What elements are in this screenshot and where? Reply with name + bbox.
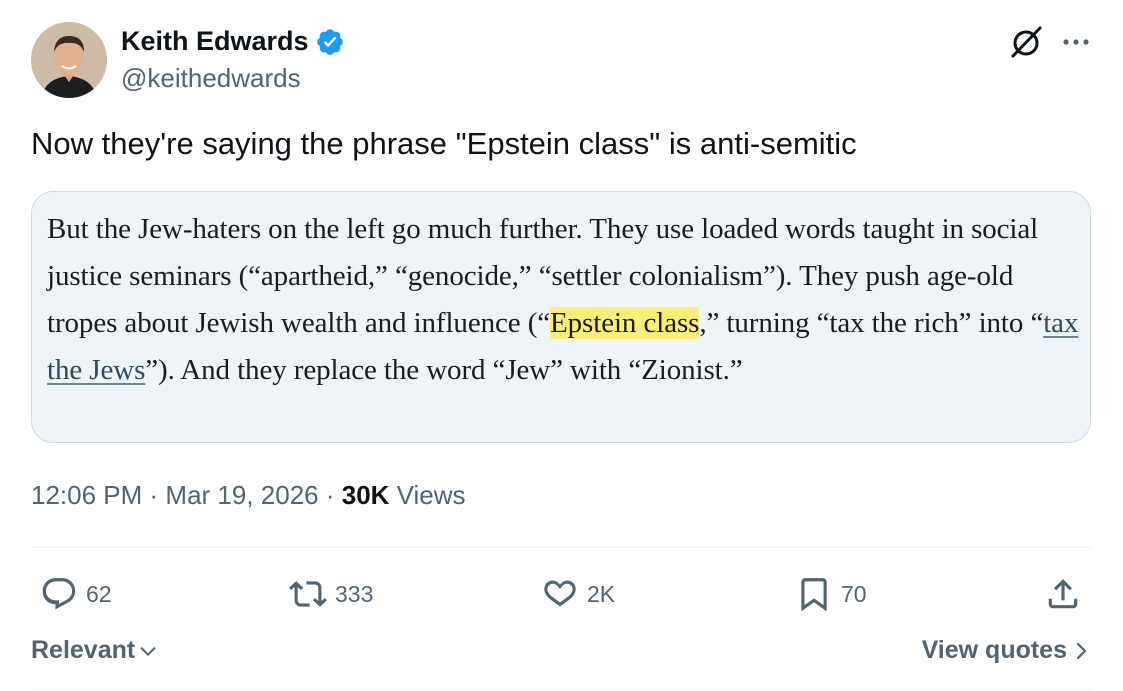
repost-count: 333 [335,580,374,607]
quoted-article-text: But the Jew-haters on the left go much f… [47,206,1087,394]
verified-badge-icon[interactable] [315,27,345,57]
quoted-image-card[interactable]: But the Jew-haters on the left go much f… [31,191,1091,443]
meta-separator: · [142,480,166,510]
tweet-date[interactable]: Mar 19, 2026 [165,480,318,510]
like-count: 2K [587,580,616,607]
view-quotes-label: View quotes [921,636,1067,664]
view-quotes-link[interactable]: View quotes [922,636,1089,665]
repost-icon [289,581,327,607]
reply-button[interactable]: 62 [40,572,112,616]
quote-text-part-3: ”). And they replace the word “Jew” with… [145,354,743,386]
share-button[interactable] [1044,572,1082,616]
handle[interactable]: @keithedwards [121,63,301,94]
reply-count: 62 [86,580,112,607]
bookmark-button[interactable]: 70 [795,572,867,616]
sort-replies-dropdown[interactable]: Relevant [31,636,159,665]
name-row: Keith Edwards [121,26,345,57]
heart-icon [544,580,576,607]
share-icon [1048,579,1078,609]
quote-text-part-2: ,” turning “tax the rich” into “ [699,307,1044,339]
views-count: 30K [341,480,390,510]
bookmark-icon [801,578,827,612]
repost-button[interactable]: 333 [289,572,373,616]
divider [31,689,1092,690]
display-name[interactable]: Keith Edwards [121,26,309,57]
avatar[interactable] [31,22,107,98]
grok-icon[interactable] [1006,22,1046,62]
chevron-down-icon [140,646,156,656]
chevron-right-icon [1076,642,1087,659]
sort-label: Relevant [31,636,136,664]
tweet-text: Now they're saying the phrase "Epstein c… [31,126,857,161]
highlighted-phrase: Epstein class [550,307,700,339]
meta-separator: · [318,480,342,510]
divider [31,547,1092,548]
bookmark-count: 70 [841,580,867,607]
more-options-icon[interactable] [1058,24,1094,60]
reply-icon [42,578,76,610]
tweet-time[interactable]: 12:06 PM [31,480,142,510]
views-label: Views [389,480,466,510]
tweet-metadata: 12:06 PM · Mar 19, 2026 · 30K Views [31,480,466,511]
like-button[interactable]: 2K [541,572,615,616]
avatar-image [31,22,107,98]
